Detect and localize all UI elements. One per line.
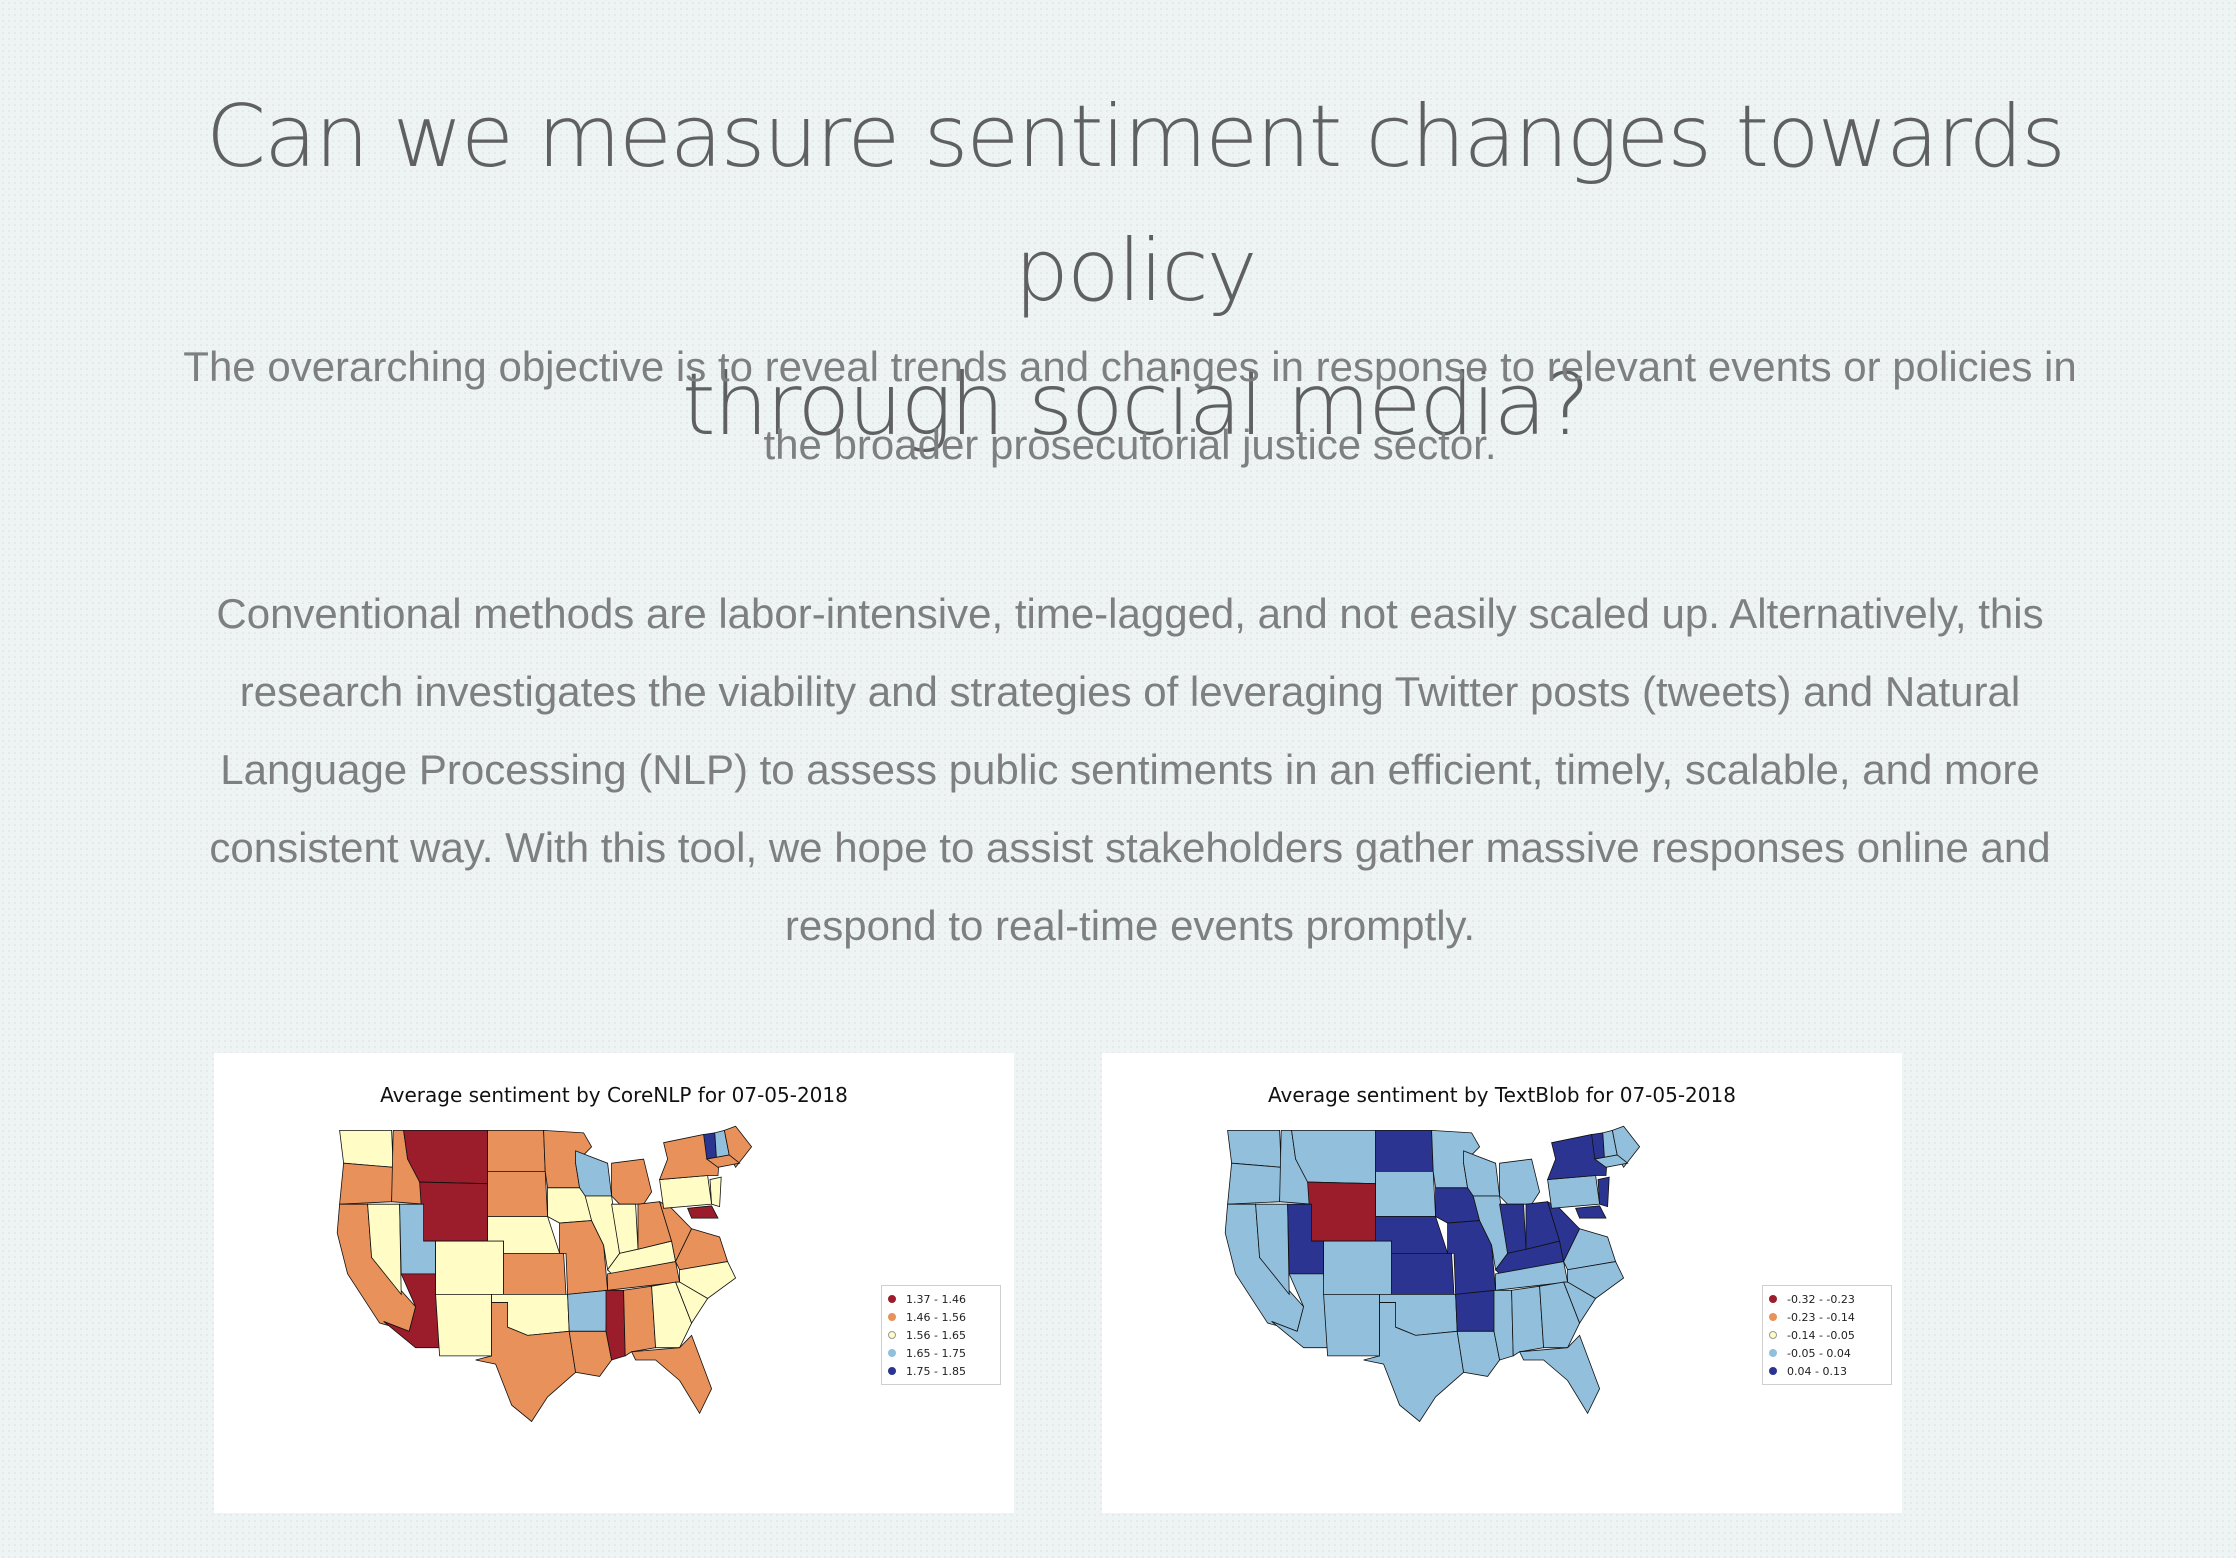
state-pa bbox=[659, 1175, 713, 1209]
legend-label: 1.37 - 1.46 bbox=[906, 1292, 966, 1306]
state-sd bbox=[1375, 1170, 1437, 1217]
state-wi bbox=[575, 1150, 613, 1197]
state-ks bbox=[1391, 1252, 1455, 1295]
legend-item: 1.65 - 1.75 bbox=[888, 1344, 994, 1362]
legend-label: 1.65 - 1.75 bbox=[906, 1346, 966, 1360]
state-ar bbox=[1455, 1289, 1497, 1332]
legend-swatch bbox=[888, 1295, 896, 1303]
state-al bbox=[1511, 1285, 1545, 1357]
corenlp-map-legend: 1.37 - 1.46 1.46 - 1.56 1.56 - 1.65 1.65… bbox=[881, 1285, 1001, 1385]
intro-paragraph-objective: The overarching objective is to reveal t… bbox=[183, 343, 2077, 468]
legend-item: 1.37 - 1.46 bbox=[888, 1290, 994, 1308]
corenlp-figure-title: Average sentiment by CoreNLP for 07-05-2… bbox=[380, 1083, 848, 1107]
legend-item: 1.46 - 1.56 bbox=[888, 1308, 994, 1326]
textblob-figure-title: Average sentiment by TextBlob for 07-05-… bbox=[1268, 1083, 1736, 1107]
state-nm bbox=[1323, 1293, 1381, 1357]
title-line-1: Can we measure sentiment changes towards… bbox=[206, 87, 2066, 321]
state-sd bbox=[487, 1170, 549, 1217]
legend-swatch bbox=[1769, 1313, 1777, 1321]
legend-item: -0.05 - 0.04 bbox=[1769, 1344, 1885, 1362]
legend-item: 0.04 - 0.13 bbox=[1769, 1362, 1885, 1380]
legend-label: 1.46 - 1.56 bbox=[906, 1310, 966, 1324]
state-or bbox=[1227, 1162, 1282, 1205]
textblob-map-legend: -0.32 - -0.23 -0.23 - -0.14 -0.14 - -0.0… bbox=[1762, 1285, 1892, 1385]
state-or bbox=[339, 1162, 394, 1205]
legend-swatch bbox=[888, 1367, 896, 1375]
corenlp-us-choropleth-map bbox=[336, 1125, 753, 1423]
legend-swatch bbox=[1769, 1367, 1777, 1375]
legend-swatch bbox=[1769, 1331, 1777, 1339]
legend-swatch bbox=[888, 1313, 896, 1321]
state-wa bbox=[1227, 1129, 1282, 1168]
legend-item: -0.14 - -0.05 bbox=[1769, 1326, 1885, 1344]
state-nd bbox=[487, 1129, 546, 1172]
legend-swatch bbox=[888, 1349, 896, 1357]
state-wy bbox=[419, 1181, 489, 1242]
legend-swatch bbox=[1769, 1349, 1777, 1357]
state-mt bbox=[403, 1129, 489, 1185]
state-pa bbox=[1547, 1175, 1601, 1209]
legend-label: 1.56 - 1.65 bbox=[906, 1328, 966, 1342]
page-background: Can we measure sentiment changes towards… bbox=[0, 0, 2236, 1558]
legend-label: -0.05 - 0.04 bbox=[1787, 1346, 1851, 1360]
state-wi bbox=[1463, 1150, 1501, 1197]
legend-label: -0.23 - -0.14 bbox=[1787, 1310, 1855, 1324]
state-ar bbox=[567, 1289, 609, 1332]
legend-item: 1.75 - 1.85 bbox=[888, 1362, 994, 1380]
state-nj bbox=[1597, 1176, 1610, 1208]
legend-item: -0.32 - -0.23 bbox=[1769, 1290, 1885, 1308]
state-nm bbox=[435, 1293, 493, 1357]
state-wy bbox=[1307, 1181, 1377, 1242]
state-mi bbox=[1499, 1158, 1541, 1205]
corenlp-sentiment-figure: Average sentiment by CoreNLP for 07-05-2… bbox=[214, 1053, 1014, 1513]
state-nj bbox=[709, 1176, 722, 1208]
state-co bbox=[435, 1240, 505, 1295]
state-al bbox=[623, 1285, 657, 1357]
legend-item: 1.56 - 1.65 bbox=[888, 1326, 994, 1344]
legend-swatch bbox=[888, 1331, 896, 1339]
state-wa bbox=[339, 1129, 394, 1168]
legend-item: -0.23 - -0.14 bbox=[1769, 1308, 1885, 1326]
legend-label: 0.04 - 0.13 bbox=[1787, 1364, 1847, 1378]
legend-label: -0.14 - -0.05 bbox=[1787, 1328, 1855, 1342]
textblob-us-choropleth-map bbox=[1224, 1125, 1641, 1423]
legend-label: 1.75 - 1.85 bbox=[906, 1364, 966, 1378]
state-md bbox=[1575, 1205, 1607, 1219]
state-md bbox=[687, 1205, 719, 1219]
legend-label: -0.32 - -0.23 bbox=[1787, 1292, 1855, 1306]
state-la bbox=[1456, 1330, 1501, 1377]
state-mt bbox=[1291, 1129, 1377, 1185]
intro-paragraph-methods: Conventional methods are labor-intensive… bbox=[209, 590, 2051, 949]
state-nd bbox=[1375, 1129, 1434, 1172]
textblob-sentiment-figure: Average sentiment by TextBlob for 07-05-… bbox=[1102, 1053, 1902, 1513]
state-mi bbox=[611, 1158, 653, 1205]
legend-swatch bbox=[1769, 1295, 1777, 1303]
state-co bbox=[1323, 1240, 1393, 1295]
state-ks bbox=[503, 1252, 567, 1295]
state-la bbox=[568, 1330, 613, 1377]
